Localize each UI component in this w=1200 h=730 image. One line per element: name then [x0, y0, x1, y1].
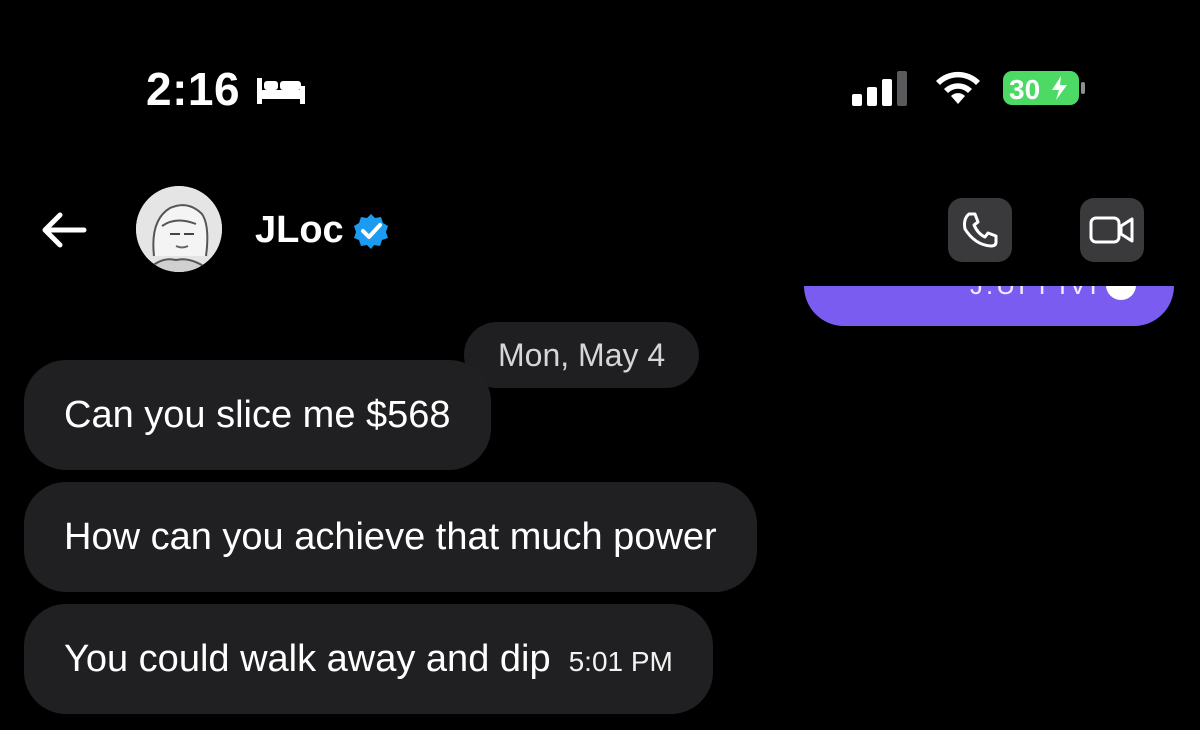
sent-message-bubble-partial[interactable]: J.UI I IVI: [804, 286, 1174, 326]
battery-icon: 30: [1003, 71, 1085, 105]
call-button[interactable]: [948, 198, 1012, 262]
message-timestamp: 5:01 PM: [568, 646, 673, 677]
battery-indicator: 30: [1001, 68, 1089, 108]
wifi-icon: [936, 71, 980, 104]
message-text: How can you achieve that much power: [64, 516, 717, 558]
cellular-signal-icon: [852, 71, 907, 106]
phone-icon: [963, 212, 998, 248]
video-call-button[interactable]: [1080, 198, 1144, 262]
date-separator: Mon, May 4: [464, 322, 700, 388]
avatar[interactable]: [136, 186, 222, 272]
bed-icon: [257, 78, 305, 104]
read-receipt-icon: [1106, 286, 1136, 300]
video-camera-icon: [1089, 216, 1134, 244]
sent-message-cut-text: J.UI I IVI: [970, 286, 1100, 301]
arrow-left-icon[interactable]: [38, 208, 90, 252]
verified-badge-icon: [354, 214, 388, 249]
message-bubble[interactable]: How can you achieve that much power: [24, 482, 757, 592]
status-time: 2:16: [146, 63, 241, 115]
message-text: Can you slice me $568: [64, 394, 451, 436]
battery-level: 30: [1009, 74, 1040, 105]
message-bubble[interactable]: You could walk away and dip 5:01 PM: [24, 604, 713, 714]
message-text: You could walk away and dip: [64, 638, 551, 680]
contact-name[interactable]: JLoc: [255, 208, 344, 252]
message-bubble[interactable]: Can you slice me $568: [24, 360, 491, 470]
avatar-sketch-icon: [136, 186, 222, 272]
